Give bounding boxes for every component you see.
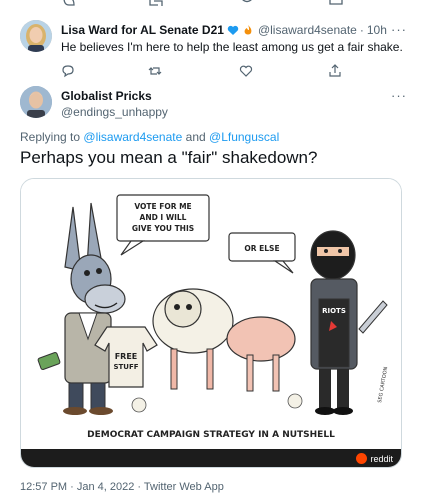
like-icon[interactable]: [240, 0, 254, 8]
media-card[interactable]: FREE STUFF VOTE FOR ME AND I WILL GIVE Y…: [20, 178, 402, 468]
sweater-label-line1: FREE: [115, 352, 138, 361]
media-source-strip: reddit: [21, 449, 401, 467]
more-options-icon[interactable]: ···: [391, 22, 407, 37]
separator-dot: ·: [359, 23, 364, 37]
retweet-icon[interactable]: [148, 64, 162, 78]
cartoon-image[interactable]: FREE STUFF VOTE FOR ME AND I WILL GIVE Y…: [21, 179, 401, 450]
share-icon[interactable]: [329, 0, 343, 8]
tweet-timestamp[interactable]: 12:57 PM · Jan 4, 2022 · Twitter Web App: [20, 481, 224, 493]
replying-to-line: Replying to @lisaward4senate and @Lfungu…: [20, 130, 279, 144]
share-icon[interactable]: [328, 64, 342, 78]
like-icon[interactable]: [239, 64, 253, 78]
replying-prefix: Replying to: [20, 130, 81, 144]
main-tweet-text: Perhaps you mean a "fair" shakedown?: [20, 148, 318, 167]
artist-signature: SEG CARTOON: [377, 366, 389, 403]
retweet-icon[interactable]: [149, 0, 163, 8]
reply-action-row: [61, 64, 361, 78]
main-display-name[interactable]: Globalist Pricks: [61, 89, 152, 103]
reply-icon[interactable]: [62, 0, 76, 8]
globalist-pricks-avatar[interactable]: [20, 86, 52, 118]
thug-figure: RIOTS: [310, 230, 388, 415]
reply-handle[interactable]: @lisaward4senate: [258, 23, 357, 37]
globalist-pricks-portrait: [20, 86, 52, 118]
donkey-bubble-line3: GIVE YOU THIS: [132, 224, 194, 233]
sheep-figure: [131, 288, 303, 413]
reddit-badge[interactable]: reddit: [356, 453, 393, 464]
main-handle[interactable]: @endings_unhappy: [61, 105, 168, 119]
replying-and: and: [185, 130, 206, 144]
sweater-label-line2: STUFF: [113, 363, 138, 371]
reply-text: He believes I'm here to help the least a…: [61, 40, 403, 54]
cartoon-caption: DEMOCRAT CAMPAIGN STRATEGY IN A NUTSHELL: [87, 430, 335, 440]
mention-link-lisaward4senate[interactable]: @lisaward4senate: [83, 130, 182, 144]
reddit-icon: [356, 453, 368, 464]
mention-link-lfunguscal[interactable]: @Lfunguscal: [209, 130, 279, 144]
donkey-bubble-line2: AND I WILL: [140, 213, 187, 222]
reply-name-row: Lisa Ward for AL Senate D21 @lisaward4se…: [61, 23, 387, 37]
fire-icon: [244, 25, 252, 35]
thug-speech-bubble: OR ELSE: [228, 232, 296, 274]
reply-tweet: Lisa Ward for AL Senate D21 @lisaward4se…: [0, 14, 427, 82]
apron-label: RIOTS: [322, 307, 346, 315]
verified-icon: [227, 25, 239, 35]
reply-time[interactable]: 10h: [367, 23, 387, 37]
reply-display-name[interactable]: Lisa Ward for AL Senate D21: [61, 23, 224, 37]
lisa-ward-avatar[interactable]: [20, 20, 52, 52]
more-options-icon[interactable]: ···: [391, 88, 407, 103]
thug-bubble-text: OR ELSE: [244, 244, 279, 253]
donkey-bubble-line1: VOTE FOR ME: [134, 202, 191, 211]
lisa-ward-portrait: [20, 20, 52, 52]
donkey-speech-bubble: VOTE FOR ME AND I WILL GIVE YOU THIS: [116, 194, 210, 256]
previous-tweet-actions: [0, 0, 427, 10]
reply-icon[interactable]: [61, 64, 75, 78]
media-source-label: reddit: [370, 453, 393, 464]
